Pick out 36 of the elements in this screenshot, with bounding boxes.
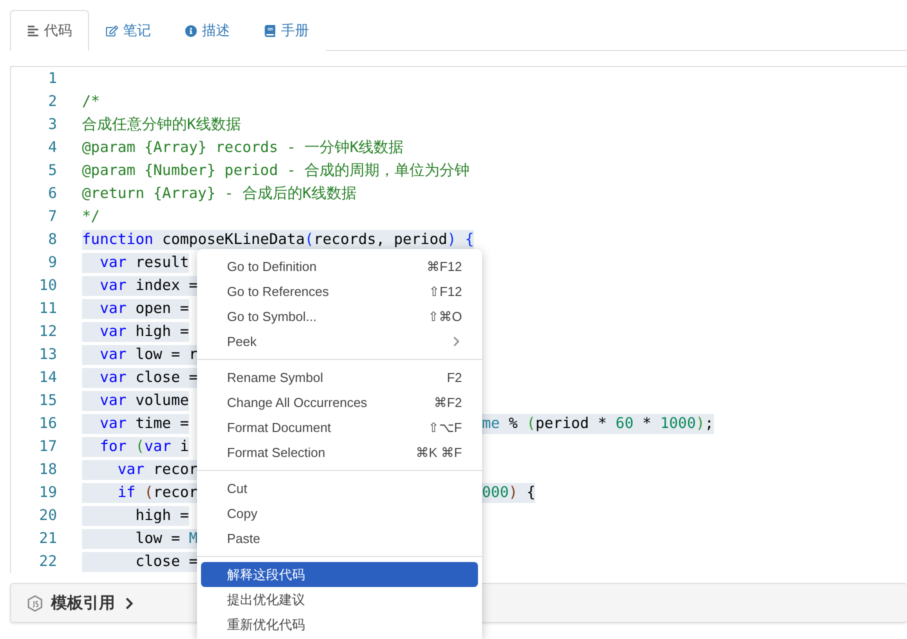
line-number: 22 <box>38 553 57 570</box>
code-line: /* <box>82 92 100 112</box>
footer-title: 模板引用 <box>51 594 115 614</box>
code-line: @param {Number} period - 合成的周期，单位为分钟 <box>82 160 470 180</box>
line-number: 3 <box>47 116 57 133</box>
code-line: @return {Array} - 合成后的K线数据 <box>82 184 356 204</box>
line-number: 7 <box>47 208 57 225</box>
line-number: 9 <box>47 254 57 271</box>
shortcut: ⇧⌘O <box>428 308 462 324</box>
shortcut: ⌘F12 <box>426 258 462 274</box>
line-number: 20 <box>38 507 57 524</box>
line-number: 6 <box>47 185 57 202</box>
shortcut: ⇧⌥F <box>428 420 462 436</box>
line-number: 16 <box>38 415 57 432</box>
line-number: 15 <box>38 392 57 409</box>
line-number: 13 <box>38 346 57 363</box>
shortcut: ⇧F12 <box>428 284 462 300</box>
line-number: 17 <box>38 438 57 455</box>
line-number: 5 <box>47 162 57 179</box>
shortcut: F2 <box>446 370 462 385</box>
code-line: 合成任意分钟的K线数据 <box>82 114 241 134</box>
line-number: 11 <box>38 300 57 317</box>
line-number: 18 <box>38 461 57 478</box>
line-number: 12 <box>38 323 57 340</box>
line-number: 4 <box>47 139 57 156</box>
shortcut: ⌘F2 <box>434 394 462 410</box>
code-line: @param {Array} records - 一分钟K线数据 <box>82 138 404 158</box>
line-number: 10 <box>38 277 57 294</box>
shortcut: ⌘K ⌘F <box>416 444 462 460</box>
line-number: 8 <box>47 231 57 248</box>
line-number: 21 <box>38 530 57 547</box>
line-number: 19 <box>38 484 57 501</box>
line-number: 2 <box>47 93 57 110</box>
line-number: 1 <box>47 70 57 87</box>
line-number: 14 <box>38 369 57 386</box>
code-line: */ <box>82 206 100 226</box>
